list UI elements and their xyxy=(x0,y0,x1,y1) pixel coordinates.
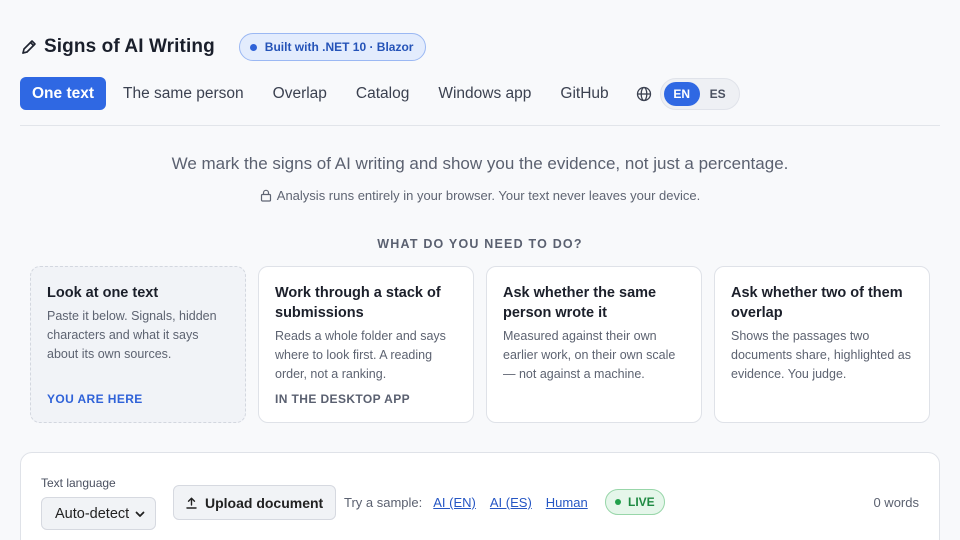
pencil-icon xyxy=(20,38,38,56)
card-same-person[interactable]: Ask whether the same person wrote it Mea… xyxy=(486,266,702,423)
sample-links: Try a sample: AI (EN) AI (ES) Human xyxy=(344,495,588,510)
brand: Signs of AI Writing Built with .NET 10 ·… xyxy=(20,33,427,61)
text-language-label: Text language xyxy=(41,476,116,490)
card-stack[interactable]: Work through a stack of submissions Read… xyxy=(258,266,474,423)
card-tag: YOU ARE HERE xyxy=(47,392,143,406)
card-tag: IN THE DESKTOP APP xyxy=(275,392,411,406)
card-body: Shows the passages two documents share, … xyxy=(731,329,911,381)
chevron-down-icon xyxy=(135,509,145,519)
nav-github[interactable]: GitHub xyxy=(548,77,620,110)
samples-label: Try a sample: xyxy=(344,495,423,510)
nav-overlap[interactable]: Overlap xyxy=(261,77,339,110)
tagline: We mark the signs of AI writing and show… xyxy=(171,154,789,173)
tech-badge: Built with .NET 10 · Blazor xyxy=(238,33,427,61)
nav-same-person[interactable]: The same person xyxy=(111,77,256,110)
sample-human-link[interactable]: Human xyxy=(546,495,588,510)
sample-ai-es-link[interactable]: AI (ES) xyxy=(490,495,532,510)
task-cards: Look at one text Paste it below. Signals… xyxy=(30,266,930,423)
upload-document-button[interactable]: Upload document xyxy=(173,485,337,520)
card-body: Measured against their own earlier work,… xyxy=(503,329,676,381)
select-value: Auto-detect xyxy=(55,505,130,522)
card-title: Work through a stack of submissions xyxy=(275,285,441,321)
card-title: Look at one text xyxy=(47,285,159,301)
main-nav: One text The same person Overlap Catalog… xyxy=(20,77,740,110)
app-title: Signs of AI Writing xyxy=(44,36,215,57)
analysis-panel: Text language Auto-detect Upload documen… xyxy=(20,452,940,540)
card-title: Ask whether two of them overlap xyxy=(731,285,903,321)
card-title: Ask whether the same person wrote it xyxy=(503,285,657,321)
card-body: Paste it below. Signals, hidden characte… xyxy=(47,309,217,361)
sample-ai-en-link[interactable]: AI (EN) xyxy=(433,495,476,510)
text-language-select[interactable]: Auto-detect xyxy=(41,497,156,530)
card-overlap[interactable]: Ask whether two of them overlap Shows th… xyxy=(714,266,930,423)
globe-icon xyxy=(636,86,652,102)
badge-label: Built with .NET 10 · Blazor xyxy=(264,40,414,54)
language-toggle: EN ES xyxy=(659,77,740,110)
nav-windows-app[interactable]: Windows app xyxy=(426,77,543,110)
app-page: Signs of AI Writing Built with .NET 10 ·… xyxy=(0,0,960,540)
lang-es-button[interactable]: ES xyxy=(700,82,736,106)
privacy-note: Analysis runs entirely in your browser. … xyxy=(0,188,960,203)
card-body: Reads a whole folder and says where to l… xyxy=(275,329,446,381)
badge-dot xyxy=(249,43,257,51)
lock-icon xyxy=(260,189,272,202)
nav-one-text[interactable]: One text xyxy=(20,77,107,110)
privacy-text: Analysis runs entirely in your browser. … xyxy=(276,188,701,203)
upload-label: Upload document xyxy=(205,494,324,511)
header-divider xyxy=(20,125,940,126)
upload-icon xyxy=(186,497,197,509)
section-question: WHAT DO YOU NEED TO DO? xyxy=(377,237,583,251)
lang-en-button[interactable]: EN xyxy=(663,81,700,106)
nav-catalog[interactable]: Catalog xyxy=(344,77,421,110)
live-status-badge: LIVE xyxy=(605,489,665,515)
live-dot xyxy=(615,499,621,505)
card-one-text[interactable]: Look at one text Paste it below. Signals… xyxy=(30,266,246,423)
word-count: 0 words xyxy=(873,495,919,510)
live-label: LIVE xyxy=(628,495,655,509)
